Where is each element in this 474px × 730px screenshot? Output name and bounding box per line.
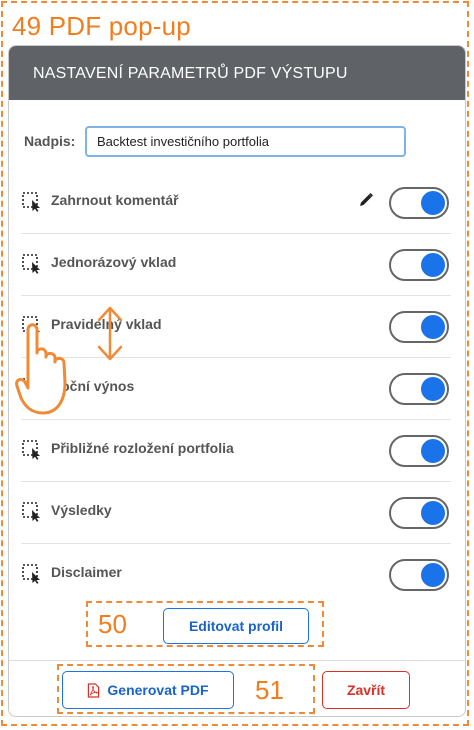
section-row-lump-sum: Jednorázový vklad [21, 233, 451, 296]
section-toggle[interactable] [389, 249, 449, 281]
toggle-knob [421, 501, 445, 525]
section-row-comment: Zahrnout komentář [21, 171, 451, 234]
toggle-knob [421, 191, 445, 215]
section-row-allocation: Přibližné rozložení portfolia [21, 419, 451, 482]
section-row-disclaimer: Disclaimer [21, 543, 451, 605]
toggle-knob [421, 563, 445, 587]
footer-divider [9, 660, 465, 661]
drag-select-icon[interactable] [21, 438, 43, 460]
edit-profile-button[interactable]: Editovat profil [163, 608, 309, 644]
section-row-results: Výsledky [21, 481, 451, 544]
annotation-marker-50: 50 [98, 609, 127, 639]
vertical-double-arrow-icon [97, 306, 123, 361]
drag-select-icon[interactable] [21, 500, 43, 522]
annotation-marker-51: 51 [255, 675, 284, 705]
section-label: Zahrnout komentář [51, 192, 179, 208]
generate-pdf-label: Generovat PDF [107, 682, 209, 698]
drag-select-icon[interactable] [21, 252, 43, 274]
gesture-overlay [15, 306, 123, 415]
section-toggle[interactable] [389, 497, 449, 529]
close-button[interactable]: Zavřít [322, 671, 410, 709]
toggle-knob [421, 439, 445, 463]
section-toggle[interactable] [389, 435, 449, 467]
drag-select-icon[interactable] [21, 562, 43, 584]
section-toggle[interactable] [389, 559, 449, 591]
section-toggle[interactable] [389, 311, 449, 343]
drag-select-icon[interactable] [21, 190, 43, 212]
section-label: Jednorázový vklad [51, 254, 177, 270]
section-label: Přibližné rozložení portfolia [51, 440, 234, 456]
hand-pointer-icon [15, 323, 67, 415]
pencil-icon[interactable] [358, 192, 374, 208]
section-label: Výsledky [51, 502, 112, 518]
dialog-title: NASTAVENÍ PARAMETRŮ PDF VÝSTUPU [33, 65, 348, 82]
annotation-title: 49 PDF pop-up [12, 11, 191, 41]
dialog-header: NASTAVENÍ PARAMETRŮ PDF VÝSTUPU [9, 46, 465, 100]
title-field-label: Nadpis: [24, 133, 76, 149]
title-input[interactable] [85, 126, 406, 157]
toggle-knob [421, 377, 445, 401]
section-toggle[interactable] [389, 187, 449, 219]
toggle-knob [421, 253, 445, 277]
pdf-file-icon [88, 683, 100, 698]
generate-pdf-button[interactable]: Generovat PDF [62, 671, 234, 709]
section-label: Disclaimer [51, 564, 122, 580]
section-toggle[interactable] [389, 373, 449, 405]
toggle-knob [421, 315, 445, 339]
